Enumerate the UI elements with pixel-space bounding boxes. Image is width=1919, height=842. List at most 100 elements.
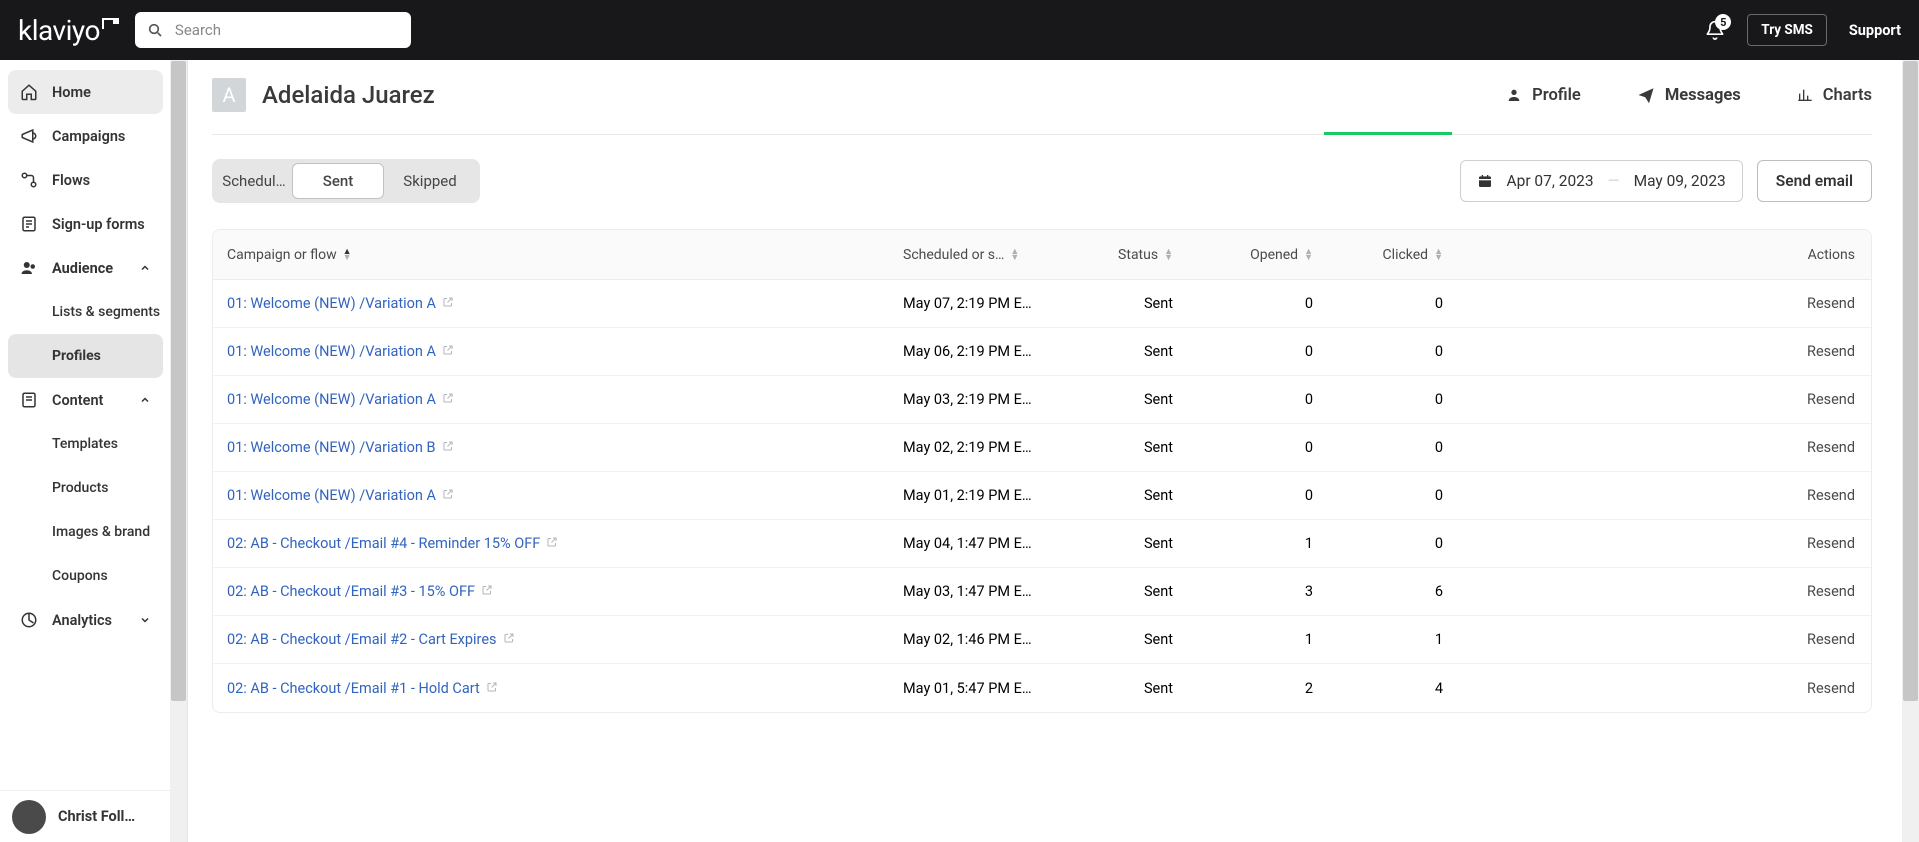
cell-opened: 3 [1183, 583, 1323, 600]
external-link-icon[interactable] [442, 441, 454, 455]
cell-clicked: 0 [1323, 343, 1453, 360]
sidebar-item-label: Sign-up forms [52, 216, 145, 233]
search-icon [147, 22, 163, 38]
sidebar-item-flows[interactable]: Flows [8, 158, 163, 202]
table-header-row: Campaign or flow ▲▼ Scheduled or s… ▲▼ S… [213, 230, 1871, 280]
campaign-link[interactable]: 02: AB - Checkout /Email #4 - Reminder 1… [227, 535, 540, 552]
external-link-icon[interactable] [442, 393, 454, 407]
tab-label: Charts [1823, 86, 1872, 105]
table-row: 02: AB - Checkout /Email #1 - Hold CartM… [213, 664, 1871, 712]
support-link[interactable]: Support [1849, 22, 1901, 39]
main-content: A Adelaida Juarez Profile Messages Chart… [188, 60, 1919, 842]
sidebar-sub-lists-segments[interactable]: Lists & segments [8, 290, 163, 334]
logo[interactable]: klaviyo [18, 14, 113, 47]
try-sms-button[interactable]: Try SMS [1747, 14, 1827, 46]
sidebar-scrollbar-thumb[interactable] [171, 61, 186, 701]
sidebar-item-analytics[interactable]: Analytics [8, 598, 163, 642]
col-header-opened[interactable]: Opened ▲▼ [1183, 247, 1323, 263]
segment-sent[interactable]: Sent [292, 163, 384, 199]
search-input[interactable] [135, 12, 411, 48]
profile-name: Adelaida Juarez [262, 81, 435, 109]
tab-profile[interactable]: Profile [1506, 80, 1581, 111]
sidebar-sub-coupons[interactable]: Coupons [8, 554, 163, 598]
resend-link[interactable]: Resend [1807, 295, 1855, 312]
external-link-icon[interactable] [503, 633, 515, 647]
cell-clicked: 0 [1323, 535, 1453, 552]
external-link-icon[interactable] [442, 297, 454, 311]
cell-scheduled: May 07, 2:19 PM E… [903, 295, 1043, 312]
date-from: Apr 07, 2023 [1507, 172, 1594, 190]
resend-link[interactable]: Resend [1807, 343, 1855, 360]
col-header-label: Actions [1808, 247, 1855, 263]
col-header-clicked[interactable]: Clicked ▲▼ [1323, 247, 1453, 263]
message-filter-segment: Schedul… Sent Skipped [212, 159, 480, 203]
cell-opened: 0 [1183, 439, 1323, 456]
messages-table: Campaign or flow ▲▼ Scheduled or s… ▲▼ S… [212, 229, 1872, 713]
col-header-campaign[interactable]: Campaign or flow ▲▼ [213, 247, 903, 263]
campaign-link[interactable]: 02: AB - Checkout /Email #2 - Cart Expir… [227, 631, 497, 648]
col-header-status[interactable]: Status ▲▼ [1043, 247, 1183, 263]
cell-opened: 0 [1183, 343, 1323, 360]
date-range-picker[interactable]: Apr 07, 2023 — May 09, 2023 [1460, 160, 1743, 202]
cell-clicked: 0 [1323, 439, 1453, 456]
tab-label: Profile [1532, 86, 1581, 105]
cell-opened: 1 [1183, 535, 1323, 552]
topbar: klaviyo 5 Try SMS Support [0, 0, 1919, 60]
external-link-icon[interactable] [546, 537, 558, 551]
resend-link[interactable]: Resend [1807, 439, 1855, 456]
external-link-icon[interactable] [442, 489, 454, 503]
sort-icon: ▲▼ [1164, 249, 1173, 261]
resend-link[interactable]: Resend [1807, 583, 1855, 600]
cell-clicked: 6 [1323, 583, 1453, 600]
segment-scheduled[interactable]: Schedul… [216, 163, 292, 199]
resend-link[interactable]: Resend [1807, 680, 1855, 697]
campaign-link[interactable]: 02: AB - Checkout /Email #1 - Hold Cart [227, 680, 480, 697]
cell-status: Sent [1043, 343, 1183, 360]
sidebar-sub-products[interactable]: Products [8, 466, 163, 510]
external-link-icon[interactable] [442, 345, 454, 359]
search-wrapper [135, 12, 411, 48]
table-row: 02: AB - Checkout /Email #2 - Cart Expir… [213, 616, 1871, 664]
form-icon [20, 215, 38, 233]
send-email-button[interactable]: Send email [1757, 160, 1872, 202]
cell-scheduled: May 04, 1:47 PM E… [903, 535, 1043, 552]
campaign-link[interactable]: 01: Welcome (NEW) /Variation A [227, 391, 436, 408]
sidebar-item-signup-forms[interactable]: Sign-up forms [8, 202, 163, 246]
sidebar-sub-images-brand[interactable]: Images & brand [8, 510, 163, 554]
tab-charts[interactable]: Charts [1797, 80, 1872, 111]
user-name: Christ Foll… [58, 808, 135, 825]
resend-link[interactable]: Resend [1807, 391, 1855, 408]
sidebar-user-row[interactable]: Christ Foll… [0, 790, 171, 842]
tab-messages[interactable]: Messages [1637, 80, 1741, 111]
main-scrollbar-track[interactable] [1902, 60, 1919, 842]
sidebar-sub-profiles[interactable]: Profiles [8, 334, 163, 378]
home-icon [20, 83, 38, 101]
resend-link[interactable]: Resend [1807, 631, 1855, 648]
sidebar-item-label: Flows [52, 172, 90, 189]
logo-flag-icon [102, 18, 113, 29]
resend-link[interactable]: Resend [1807, 535, 1855, 552]
campaign-link[interactable]: 02: AB - Checkout /Email #3 - 15% OFF [227, 583, 475, 600]
resend-link[interactable]: Resend [1807, 487, 1855, 504]
campaign-link[interactable]: 01: Welcome (NEW) /Variation A [227, 487, 436, 504]
sidebar-item-content[interactable]: Content [8, 378, 163, 422]
campaign-link[interactable]: 01: Welcome (NEW) /Variation B [227, 439, 436, 456]
main-scrollbar-thumb[interactable] [1903, 61, 1918, 701]
external-link-icon[interactable] [486, 682, 498, 696]
sidebar-item-home[interactable]: Home [8, 70, 163, 114]
sidebar-item-campaigns[interactable]: Campaigns [8, 114, 163, 158]
cell-scheduled: May 02, 2:19 PM E… [903, 439, 1043, 456]
notifications-button[interactable]: 5 [1705, 20, 1725, 40]
cell-clicked: 0 [1323, 391, 1453, 408]
campaign-link[interactable]: 01: Welcome (NEW) /Variation A [227, 295, 436, 312]
campaign-link[interactable]: 01: Welcome (NEW) /Variation A [227, 343, 436, 360]
external-link-icon[interactable] [481, 585, 493, 599]
sidebar-scrollbar-track[interactable] [170, 60, 187, 842]
profile-avatar: A [212, 78, 246, 112]
cell-clicked: 1 [1323, 631, 1453, 648]
sort-icon: ▲▼ [1434, 249, 1443, 261]
sidebar-sub-templates[interactable]: Templates [8, 422, 163, 466]
sidebar-item-audience[interactable]: Audience [8, 246, 163, 290]
col-header-scheduled[interactable]: Scheduled or s… ▲▼ [903, 247, 1043, 263]
segment-skipped[interactable]: Skipped [384, 163, 476, 199]
